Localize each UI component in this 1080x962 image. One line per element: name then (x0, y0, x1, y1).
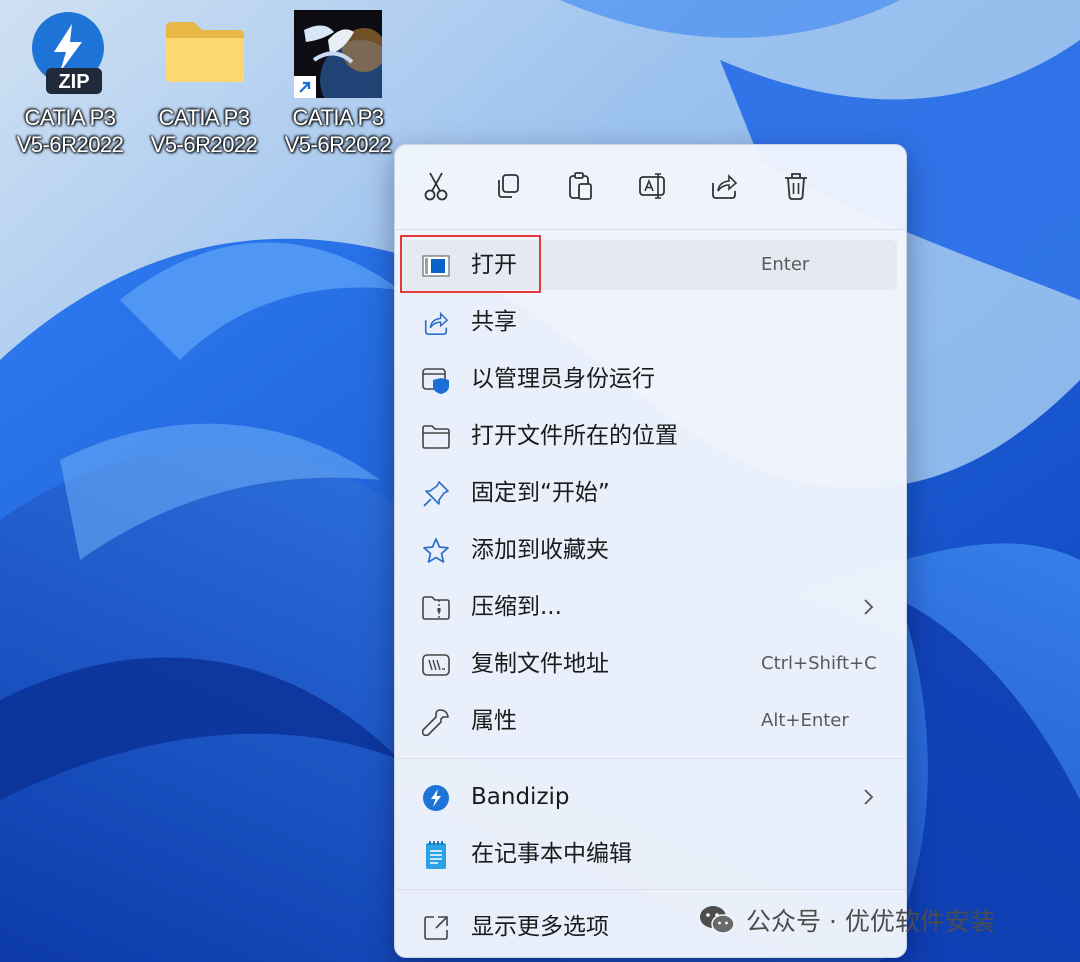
bandizip-icon (421, 783, 451, 813)
copy-icon (498, 174, 519, 198)
rename-button[interactable] (635, 169, 669, 203)
paste-button[interactable] (563, 169, 597, 203)
chevron-right-icon (864, 789, 874, 805)
menu-item-open-location[interactable]: 打开文件所在的位置 (395, 411, 906, 461)
desktop-icon-label: CATIA P3 V5-6R2022 (284, 105, 392, 157)
delete-button[interactable] (779, 169, 813, 203)
paste-icon (569, 172, 592, 200)
delete-icon (785, 173, 807, 200)
cut-icon (424, 172, 448, 201)
menu-item-label: 共享 (471, 309, 517, 335)
folder-outline-icon (421, 422, 451, 452)
watermark-text: 公众号 · 优优软件安装 (746, 907, 995, 936)
menu-item-shortcut: Enter (761, 254, 810, 275)
cut-button[interactable] (419, 169, 453, 203)
folder-icon (166, 22, 244, 82)
menu-item-run-as-admin[interactable]: 以管理员身份运行 (395, 354, 906, 404)
shield-run-icon (421, 365, 451, 395)
desktop-icon-label: CATIA P3 V5-6R2022 (150, 105, 258, 157)
share-button[interactable] (707, 169, 741, 203)
menu-item-label: 以管理员身份运行 (471, 366, 655, 392)
copy-path-icon (421, 650, 451, 680)
pin-icon (421, 479, 451, 509)
menu-separator (395, 889, 906, 890)
menu-item-label: 属性 (471, 708, 517, 734)
menu-item-edit-notepad[interactable]: 在记事本中编辑 (395, 829, 906, 879)
highlight-box (400, 235, 541, 293)
menu-item-copy-path[interactable]: 复制文件地址 Ctrl+Shift+C (395, 639, 906, 689)
menu-item-label: 压缩到... (471, 594, 562, 620)
menu-item-label: 固定到“开始” (471, 480, 610, 506)
notepad-icon (421, 840, 451, 870)
menu-item-label: 打开文件所在的位置 (471, 423, 678, 449)
shortcut-arrow-icon (294, 76, 316, 98)
menu-item-label: 添加到收藏夹 (471, 537, 609, 563)
menu-item-label: 显示更多选项 (471, 914, 609, 940)
desktop-icon-catia[interactable]: CATIA P3 V5-6R2022 (272, 10, 404, 160)
star-icon (421, 536, 451, 566)
menu-item-compress-to[interactable]: 压缩到... (395, 582, 906, 632)
more-options-icon (421, 913, 451, 943)
wrench-icon (421, 707, 451, 737)
menu-toolbar (395, 145, 906, 229)
menu-separator (395, 758, 906, 759)
rename-icon (639, 173, 665, 199)
menu-item-share[interactable]: 共享 (395, 297, 906, 347)
watermark: 公众号 · 优优软件安装 (698, 895, 995, 945)
desktop-icon-zip[interactable]: ZIP CATIA P3 V5-6R2022 (4, 10, 136, 160)
menu-item-bandizip[interactable]: Bandizip (395, 772, 906, 822)
menu-separator (395, 229, 906, 230)
zip-folder-icon (421, 593, 451, 623)
desktop-icon-label: CATIA P3 V5-6R2022 (16, 105, 124, 157)
zip-badge: ZIP (58, 71, 89, 93)
desktop-icon-folder[interactable]: CATIA P3 V5-6R2022 (138, 10, 270, 160)
bandizip-zip-icon: ZIP (32, 12, 104, 94)
wechat-icon (700, 906, 735, 934)
share-icon (421, 308, 451, 338)
menu-item-label: 复制文件地址 (471, 651, 609, 677)
menu-item-add-favorites[interactable]: 添加到收藏夹 (395, 525, 906, 575)
menu-item-shortcut: Alt+Enter (761, 710, 849, 731)
menu-item-shortcut: Ctrl+Shift+C (761, 653, 877, 674)
share-icon (712, 174, 738, 199)
menu-item-properties[interactable]: 属性 Alt+Enter (395, 696, 906, 746)
menu-item-pin-to-start[interactable]: 固定到“开始” (395, 468, 906, 518)
menu-item-label: 在记事本中编辑 (471, 841, 632, 867)
copy-button[interactable] (491, 169, 525, 203)
menu-item-label: Bandizip (471, 784, 570, 810)
chevron-right-icon (864, 599, 874, 615)
